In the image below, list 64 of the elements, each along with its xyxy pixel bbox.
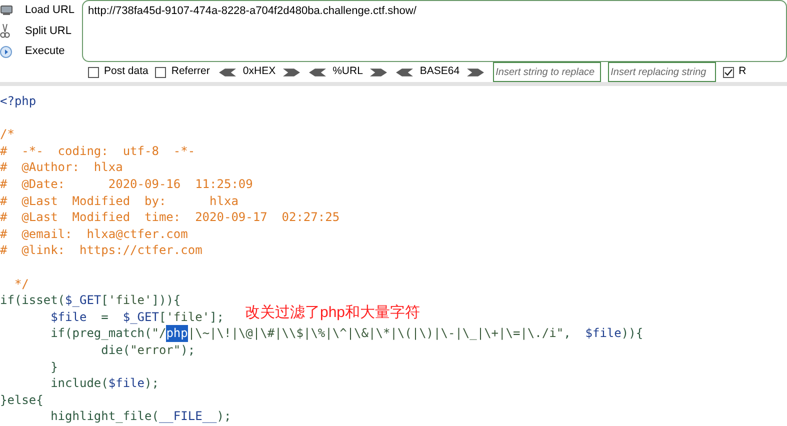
code-text: die( [101,342,130,358]
code-text: include( [50,375,108,392]
code-text: if(isset( [0,292,66,309]
code-comment: # @Date: 2020-09-16 11:25:09 [0,176,253,193]
code-text: } [50,358,58,376]
url-field[interactable]: http://738fa45d-9107-474a-8228-a704f2d480ba.challenge.ctf.show/ [82,0,787,62]
code-text: $file [108,375,144,392]
code-text: $file [50,308,88,326]
left-arrow-icon[interactable] [218,68,236,76]
code-comment: /* [0,126,14,143]
checkbox-label: Post data [104,64,148,80]
string-literal: 'file' [108,292,152,309]
code-text: }else{ [0,392,44,408]
right-arrow-icon[interactable] [466,68,484,76]
code-text: __FILE__ [158,408,217,425]
left-arrow-icon[interactable] [396,68,413,76]
code-comment: # @email: hlxa@ctfer.com [0,226,188,242]
computer-icon [0,4,13,16]
code-text: ); [144,375,159,392]
play-icon [0,46,12,58]
checkbox[interactable] [722,66,734,78]
toolbar-button[interactable]: Split URL [20,22,72,40]
string-literal: "error" [130,342,181,358]
checkbox-label: Referrer [171,64,210,80]
encoder-label[interactable]: 0xHEX [242,64,276,80]
replace-field[interactable]: Insert string to replace [492,62,601,82]
toolbar-button[interactable]: Load URL [20,2,75,19]
replace-field[interactable]: Insert replacing string [608,62,716,82]
code-text: ); [216,408,232,425]
checkbox[interactable] [155,66,166,78]
code-text: ); [180,342,196,358]
code-text: [ [101,292,108,309]
code-comment: # @Last Modified time: 2020-09-17 02:27:25 [0,209,340,226]
string-literal: 'file' [166,308,210,326]
code-text: $_GET [65,292,102,309]
code-comment: # @link: https://ctfer.com [0,242,202,259]
code-comment: # -*- coding: utf-8 -*- [0,142,196,160]
encoder-label[interactable]: BASE64 [420,64,460,80]
code-text: , [564,325,572,342]
code-text: <?php [0,93,36,110]
code-text: if(preg_match( [50,325,152,342]
code-text: )){ [621,325,644,342]
code-comment: # @Last Modified by: hlxa [0,192,238,210]
string-literal: |\~|\!|\@|\#|\\$|\%|\^|\&|\*|\(|\)|\-|\_|\+|\=|\./i" [188,325,564,342]
checkbox-label: R [738,64,746,80]
code-text: [ [158,308,166,326]
code-text: ]; [210,308,224,326]
encoder-label[interactable]: %URL [332,64,363,80]
right-arrow-icon[interactable] [282,68,300,76]
code-comment: # @Author: hlxa [0,159,123,176]
code-text: $file [585,325,622,342]
code-text: = [101,308,110,326]
scissors-icon [0,24,10,38]
checkbox[interactable] [88,66,99,78]
code-comment: */ [14,276,29,292]
string-literal: "/ [152,325,166,342]
selected-text: php [166,325,188,342]
annotation-text: 改关过滤了php和大量字符 [245,303,420,323]
code-text: ])){ [152,292,181,309]
left-arrow-icon[interactable] [308,68,326,76]
toolbar-button[interactable]: Execute [20,43,65,60]
code-text: $_GET [122,308,159,326]
right-arrow-icon[interactable] [370,68,387,76]
code-text: highlight_file( [50,408,159,425]
